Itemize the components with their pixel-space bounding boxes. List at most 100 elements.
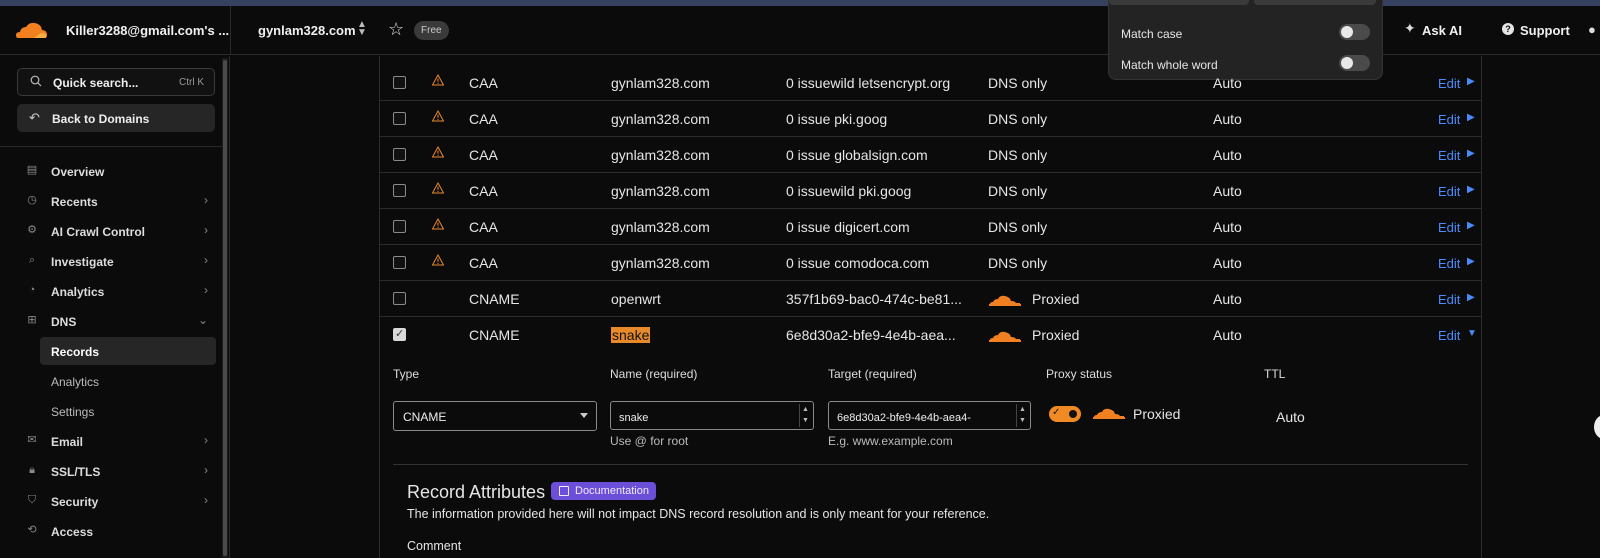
caret-right-icon[interactable]: ▶ (1467, 76, 1475, 87)
search-placeholder: Quick search... (53, 76, 139, 90)
edit-record-link[interactable]: Edit (1438, 328, 1460, 343)
record-ttl: Auto (1213, 219, 1242, 235)
caret-right-icon[interactable]: ▶ (1467, 148, 1475, 159)
target-label: Target (required) (828, 367, 917, 381)
shield-icon: ⛉ (27, 494, 37, 506)
warning-icon[interactable] (432, 74, 444, 86)
table-row[interactable]: CAA gynlam328.com 0 issue globalsign.com… (379, 137, 1482, 173)
ask-ai-button[interactable]: Ask AI (1422, 23, 1462, 38)
cloudflare-logo-icon[interactable] (14, 20, 48, 40)
caret-right-icon[interactable]: ▶ (1467, 112, 1475, 123)
name-input-stepper[interactable]: ▲ ▼ (799, 404, 811, 427)
help-circle-icon[interactable]: ? (1502, 23, 1514, 35)
sidebar-item-security[interactable]: ⛉ Security › (18, 487, 216, 515)
domain-switcher[interactable]: gynlam328.com (258, 23, 356, 38)
quick-search-input[interactable]: Quick search... Ctrl K (17, 68, 215, 96)
edit-record-link[interactable]: Edit (1438, 292, 1460, 307)
caret-right-icon[interactable]: ▶ (1467, 256, 1475, 267)
sidebar-item-recents[interactable]: ◷ Recents › (18, 187, 216, 215)
table-row[interactable]: CAA gynlam328.com 0 issue pki.goog DNS o… (379, 101, 1482, 137)
user-icon[interactable]: ● (1588, 22, 1600, 37)
name-hint: Use @ for root (610, 434, 689, 448)
warning-icon[interactable] (432, 254, 444, 266)
edit-record-link[interactable]: Edit (1438, 184, 1460, 199)
type-select[interactable]: CNAME (393, 401, 597, 431)
record-attributes-description: The information provided here will not i… (407, 507, 990, 521)
row-checkbox[interactable] (393, 256, 406, 269)
caret-down-icon[interactable]: ▼ (1467, 328, 1477, 339)
row-checkbox[interactable] (393, 184, 406, 197)
chevron-down-icon: ⌄ (197, 313, 208, 327)
back-to-domains-button[interactable]: ↶ Back to Domains (17, 104, 215, 132)
record-type: CNAME (469, 291, 520, 307)
chevron-right-icon: › (204, 253, 208, 267)
target-input[interactable]: 6e8d30a2-bfe9-4e4b-aea4- ▲ ▼ (828, 401, 1031, 430)
warning-icon[interactable] (432, 218, 444, 230)
floating-action-button[interactable] (1594, 415, 1600, 439)
find-input-edge[interactable] (1109, 0, 1249, 5)
chevron-right-icon: › (204, 463, 208, 477)
record-ttl: Auto (1213, 327, 1242, 343)
account-switcher[interactable]: Killer3288@gmail.com's ... (66, 23, 229, 38)
chevron-updown-icon[interactable]: ▲ ▼ (357, 20, 367, 38)
caret-right-icon[interactable]: ▶ (1467, 292, 1475, 303)
table-row[interactable]: CNAME openwrt 357f1b69-bac0-474c-be81...… (379, 281, 1482, 317)
edit-record-link[interactable]: Edit (1438, 220, 1460, 235)
record-ttl: Auto (1213, 111, 1242, 127)
sidebar-item-email[interactable]: ✉ Email › (18, 427, 216, 455)
sidebar-scrollbar-thumb[interactable] (223, 60, 227, 556)
sidebar-item-access[interactable]: ⟲ Access (18, 517, 216, 545)
warning-icon[interactable] (432, 110, 444, 122)
search-shortcut: Ctrl K (179, 77, 204, 88)
row-checkbox[interactable] (393, 112, 406, 125)
sidebar-item-dns[interactable]: ⊞ DNS ⌄ (18, 307, 216, 335)
sidebar-item-ssl-tls[interactable]: 🔒︎ SSL/TLS › (18, 457, 216, 485)
sparkle-icon[interactable]: ✦ (1404, 20, 1416, 37)
record-proxy-status: DNS only (988, 183, 1048, 199)
table-row[interactable]: CAA gynlam328.com 0 issue comodoca.com D… (379, 245, 1482, 281)
support-button[interactable]: Support (1520, 23, 1570, 38)
sidebar-item-label: Overview (51, 165, 105, 179)
match-case-toggle[interactable] (1339, 24, 1370, 40)
caret-right-icon[interactable]: ▶ (1467, 220, 1475, 231)
sidebar-item-ai-crawl-control[interactable]: ⚙ AI Crawl Control › (18, 217, 216, 245)
sidebar-subitem-records[interactable]: Records (40, 337, 216, 365)
sidebar-subitem-dns-analytics[interactable]: Analytics (40, 367, 216, 395)
sidebar-item-label: Investigate (51, 255, 114, 269)
record-content: 0 issue globalsign.com (786, 147, 928, 163)
caret-right-icon[interactable]: ▶ (1467, 184, 1475, 195)
sidebar-subitem-settings[interactable]: Settings (40, 397, 216, 425)
table-row[interactable]: CAA gynlam328.com 0 issuewild letsencryp… (379, 65, 1482, 101)
documentation-link[interactable]: Documentation (551, 482, 656, 500)
plan-badge: Free (414, 21, 449, 40)
star-icon[interactable]: ☆ (388, 19, 404, 40)
target-input-value: 6e8d30a2-bfe9-4e4b-aea4- (837, 412, 971, 424)
edit-record-link[interactable]: Edit (1438, 112, 1460, 127)
edit-record-link[interactable]: Edit (1438, 256, 1460, 271)
record-ttl: Auto (1213, 147, 1242, 163)
record-proxy-status: Proxied (1032, 327, 1080, 343)
row-checkbox[interactable] (393, 327, 406, 341)
row-checkbox[interactable] (393, 148, 406, 161)
warning-icon[interactable] (432, 146, 444, 158)
sidebar: Quick search... Ctrl K ↶ Back to Domains… (0, 56, 230, 558)
row-checkbox[interactable] (393, 76, 406, 89)
table-row[interactable]: CAA gynlam328.com 0 issuewild pki.goog D… (379, 173, 1482, 209)
name-input[interactable]: snake ▲ ▼ (610, 401, 814, 430)
row-checkbox[interactable] (393, 220, 406, 233)
sidebar-item-analytics[interactable]: ◔ Analytics › (18, 277, 216, 305)
proxy-status-toggle[interactable]: ✓ (1049, 406, 1081, 422)
row-checkbox[interactable] (393, 292, 406, 305)
edit-record-link[interactable]: Edit (1438, 148, 1460, 163)
warning-icon[interactable] (432, 182, 444, 194)
record-proxy-status: DNS only (988, 147, 1048, 163)
edit-record-link[interactable]: Edit (1438, 76, 1460, 91)
sidebar-item-investigate[interactable]: ⌕ Investigate › (18, 247, 216, 275)
type-select-value: CNAME (403, 410, 447, 424)
table-row-selected[interactable]: CNAME snake 6e8d30a2-bfe9-4e4b-aea... Pr… (379, 317, 1482, 353)
table-row[interactable]: CAA gynlam328.com 0 issue digicert.com D… (379, 209, 1482, 245)
record-ttl: Auto (1213, 291, 1242, 307)
find-controls-edge[interactable] (1254, 0, 1376, 5)
sidebar-item-overview[interactable]: ▤ Overview (18, 157, 216, 185)
target-input-stepper[interactable]: ▲ ▼ (1016, 404, 1028, 427)
